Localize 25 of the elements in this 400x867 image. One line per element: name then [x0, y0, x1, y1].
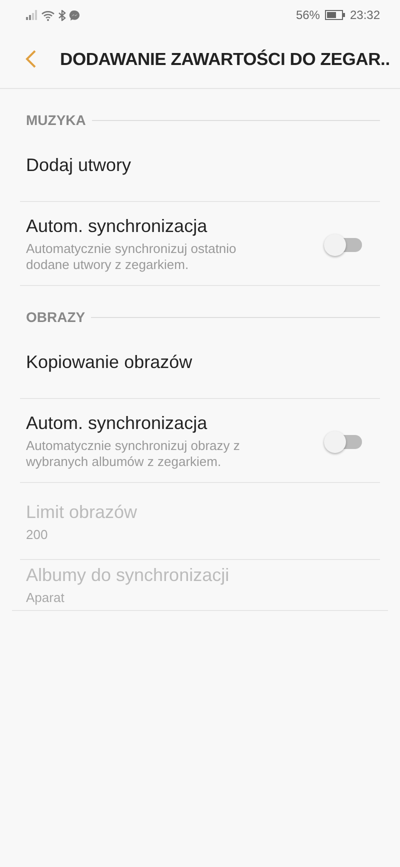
bluetooth-icon: [58, 10, 66, 20]
item-title: Limit obrazów: [26, 502, 138, 522]
screen-title: DODAWANIE ZAWARTOŚCI DO ZEGAR..: [60, 48, 390, 70]
signal-icon: [26, 10, 38, 20]
settings-item[interactable]: Autom. synchronizacja Automatycznie synchronizuj obrazy z wybranych albumów z zegarkiem.: [20, 399, 380, 483]
wifi-icon: [41, 10, 55, 20]
item-title: Autom. synchronizacja: [26, 413, 208, 434]
item-summary: Automatycznie synchronizuj obrazy z wybranych albumów z zegarkiem.: [26, 438, 241, 470]
item-value: Aparat: [26, 590, 66, 606]
section-header: OBRAZY: [26, 309, 86, 325]
messenger-icon: [69, 10, 80, 20]
battery-percent: 56%: [296, 8, 320, 22]
toggle-switch[interactable]: [324, 232, 362, 256]
back-icon[interactable]: [24, 49, 38, 69]
section-header: MUZYKA: [26, 112, 86, 128]
settings-item[interactable]: Autom. synchronizacja Automatycznie synchronizuj ostatnio dodane utwory z zegarkiem.: [20, 202, 380, 286]
battery-icon: [324, 10, 345, 20]
item-summary: Automatycznie synchronizuj ostatnio dodane utwory z zegarkiem.: [26, 241, 238, 273]
toggle-switch[interactable]: [324, 430, 362, 454]
settings-item[interactable]: Kopiowanie obrazów: [20, 326, 380, 399]
item-value: 200: [26, 526, 49, 542]
clock: 23:32: [350, 8, 380, 22]
item-title: Albumy do synchronizacji: [26, 564, 230, 586]
settings-item[interactable]: Dodaj utwory: [20, 129, 380, 202]
item-title: Autom. synchronizacja: [26, 216, 208, 237]
